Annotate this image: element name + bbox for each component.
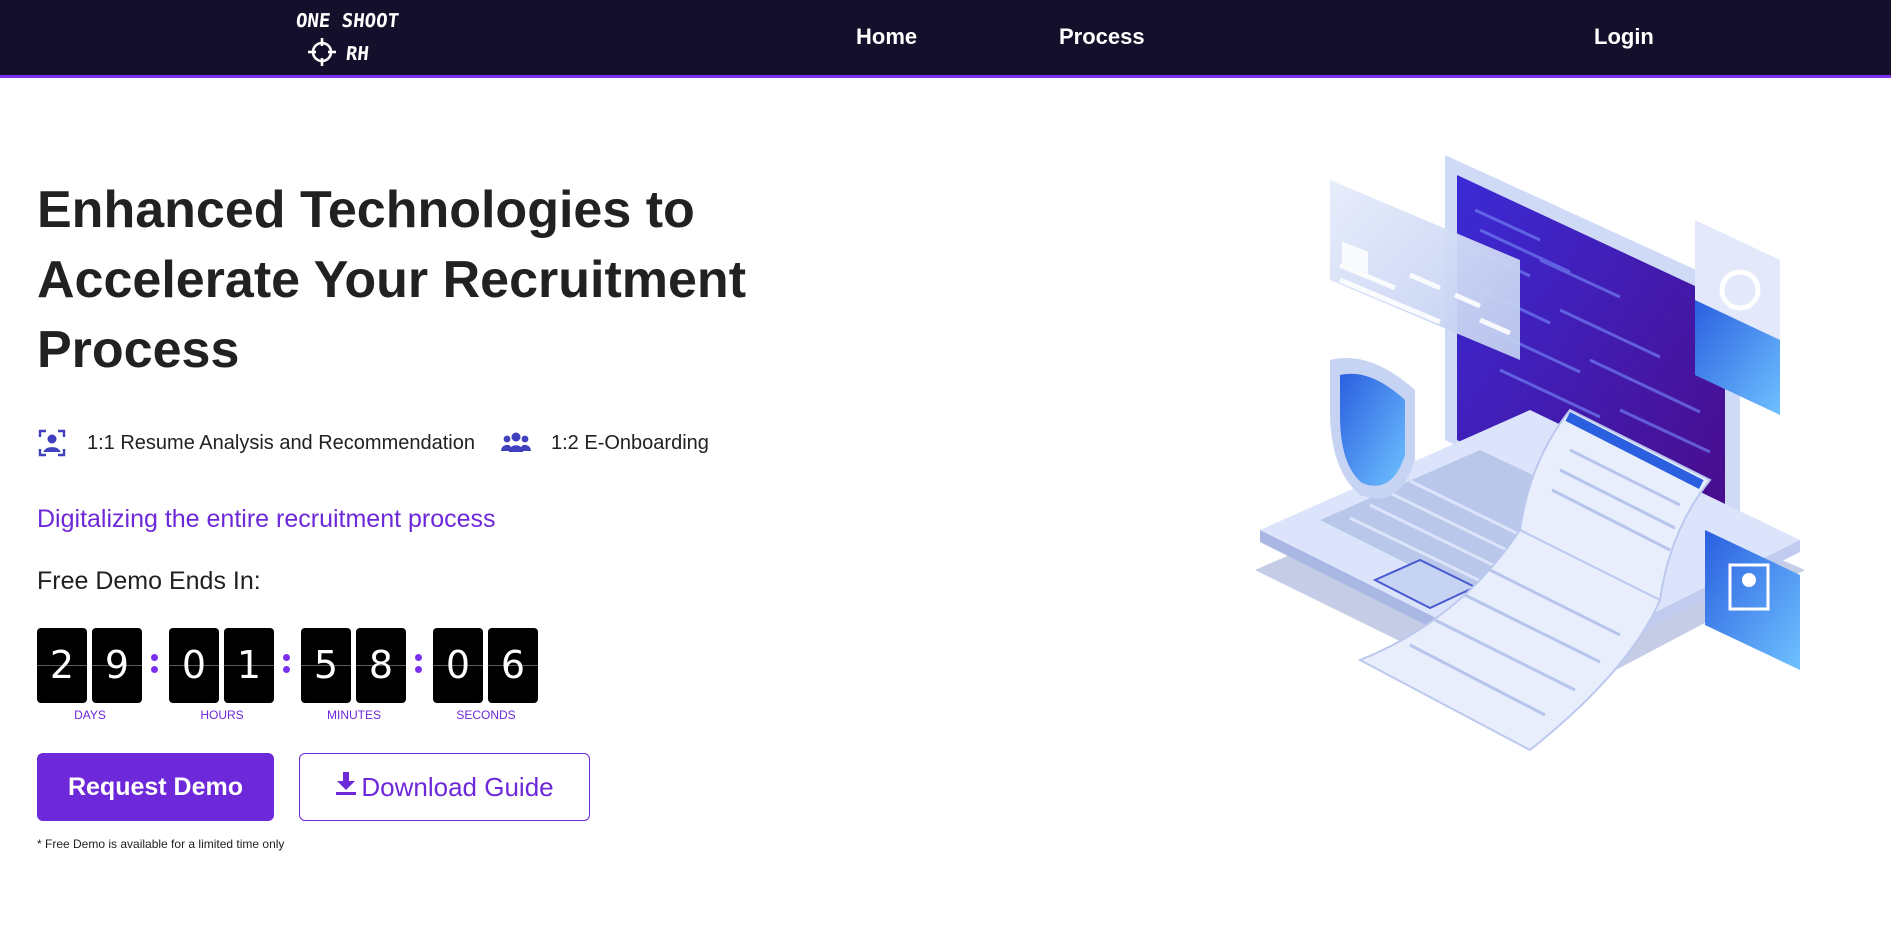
countdown-digit: 6: [488, 628, 538, 703]
countdown-digit: 0: [169, 628, 219, 703]
feature-e-onboarding-label: 1:2 E-Onboarding: [551, 431, 709, 454]
countdown-separator: [413, 642, 423, 682]
countdown-unit-label: MINUTES: [327, 708, 381, 722]
headline-line-3: Process: [37, 321, 240, 379]
headline-line-2: Accelerate Your Recruitment: [37, 251, 747, 309]
hero-subtitle: Digitalizing the entire recruitment proc…: [37, 505, 496, 533]
demo-ends-label: Free Demo Ends In:: [37, 567, 261, 595]
logo-text-bottom: RH: [344, 43, 371, 65]
countdown-digit: 5: [301, 628, 351, 703]
feature-list: 1:1 Resume Analysis and Recommendation 1…: [37, 426, 735, 460]
nav-process-link[interactable]: Process: [1059, 24, 1145, 50]
download-guide-button[interactable]: Download Guide: [299, 753, 590, 821]
download-icon: [336, 772, 357, 795]
countdown-digit: 1: [224, 628, 274, 703]
demo-footnote: * Free Demo is available for a limited t…: [37, 837, 285, 851]
laptop-security-illustration: [1255, 155, 1805, 752]
countdown-digit: 0: [433, 628, 483, 703]
request-demo-button[interactable]: Request Demo: [37, 753, 274, 821]
countdown-unit-label: SECONDS: [456, 708, 516, 722]
countdown-digit: 2: [37, 628, 87, 703]
countdown-unit-label: DAYS: [74, 708, 106, 722]
crosshair-icon: [308, 38, 336, 66]
download-guide-label: Download Guide: [361, 771, 554, 802]
logo-text-top: ONE SHOOT: [294, 10, 401, 32]
feature-resume-analysis: 1:1 Resume Analysis and Recommendation: [37, 428, 475, 458]
nav-home-link[interactable]: Home: [856, 24, 917, 50]
headline-line-1: Enhanced Technologies to: [37, 181, 695, 239]
countdown-unit-label: HOURS: [200, 708, 244, 722]
hero-headline: Enhanced Technologies to Accelerate Your…: [37, 175, 797, 385]
nav-login-link[interactable]: Login: [1594, 24, 1654, 50]
countdown-separator: [281, 642, 291, 682]
top-navbar: ONE SHOOT RH Home Process Login: [0, 0, 1891, 78]
users-group-icon: [501, 432, 531, 452]
feature-resume-analysis-label: 1:1 Resume Analysis and Recommendation: [87, 431, 475, 454]
user-focus-icon: [38, 429, 66, 457]
countdown-separator: [149, 642, 159, 682]
countdown-digit: 9: [92, 628, 142, 703]
countdown-digit: 8: [356, 628, 406, 703]
feature-e-onboarding: 1:2 E-Onboarding: [501, 428, 709, 458]
brand-logo[interactable]: ONE SHOOT RH: [294, 10, 416, 70]
